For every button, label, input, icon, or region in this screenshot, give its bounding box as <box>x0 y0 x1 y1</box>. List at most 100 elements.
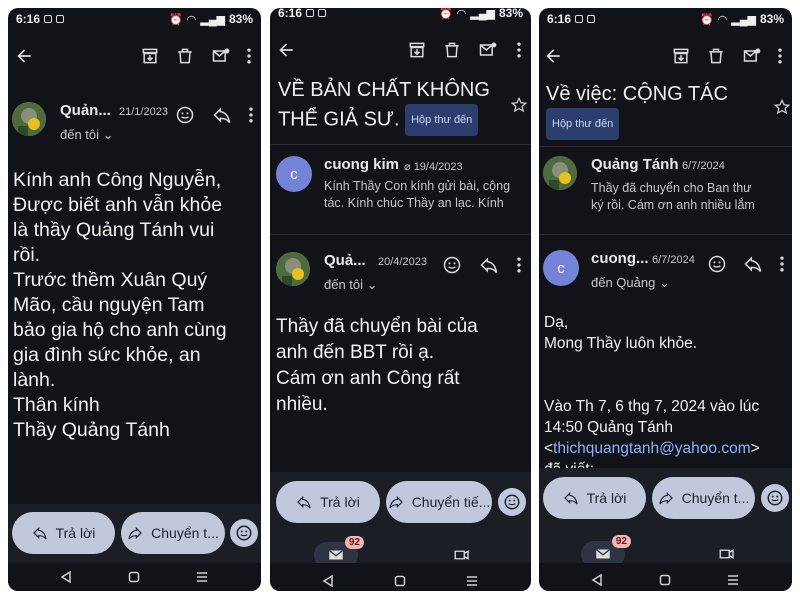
message-header[interactable]: c cuong... 6/7/2024 đến Quảng ⌄ <box>539 248 792 302</box>
more-vert-icon[interactable] <box>775 46 785 66</box>
back-arrow-icon[interactable] <box>543 46 563 66</box>
subject-line: THỂ GIẢ SƯ. <box>278 108 400 131</box>
unread-count-badge: 92 <box>611 535 631 548</box>
sender-avatar[interactable]: c <box>276 156 312 192</box>
reply-label: Trả lời <box>55 525 96 541</box>
message-date-text: 19/4/2023 <box>413 161 463 173</box>
more-vert-icon[interactable] <box>244 46 254 66</box>
nav-home-icon[interactable] <box>128 570 140 583</box>
reply-icon[interactable] <box>479 255 499 275</box>
body-line: Được biết anh vẫn khỏe <box>13 194 223 216</box>
sender-avatar[interactable]: c <box>543 250 579 286</box>
emoji-reaction-icon[interactable] <box>442 255 462 275</box>
recipient-toggle[interactable]: đến tôi ⌄ <box>60 127 114 143</box>
message-header[interactable]: Quản... 21/1/2023 đến tôi ⌄ <box>8 98 261 152</box>
collapsed-message[interactable]: Quảng Tánh 6/7/2024 Thầy đã chuyển cho B… <box>539 154 792 234</box>
emoji-reaction-icon[interactable] <box>175 105 195 125</box>
more-vert-icon[interactable] <box>514 40 524 60</box>
forward-button[interactable]: Chuyển t... <box>121 512 225 554</box>
nav-recents-icon[interactable] <box>196 570 208 582</box>
body-line: gia đình sức khỏe, an <box>13 344 201 366</box>
recipient-label: đến Quảng <box>591 275 656 290</box>
video-camera-icon <box>454 550 469 560</box>
nav-back-icon[interactable] <box>60 570 72 584</box>
recipient-label: đến tôi <box>60 127 100 142</box>
reply-button[interactable]: Trả lời <box>276 481 380 523</box>
archive-icon[interactable] <box>140 46 160 66</box>
toolbar <box>539 32 792 82</box>
body-line: lành. <box>13 369 56 391</box>
sender-name: Quả... <box>324 252 366 269</box>
body-line: Trước thềm Xuân Quý <box>13 269 208 291</box>
notification-icon <box>587 15 596 23</box>
reply-icon[interactable] <box>743 254 763 274</box>
forward-button[interactable]: Chuyển tiế... <box>386 481 492 523</box>
nav-back-icon[interactable] <box>322 574 334 588</box>
quoted-email-link[interactable]: thichquangtanh@yahoo.com <box>553 440 751 457</box>
body-line: Mão, cầu nguyện Tam <box>13 294 205 316</box>
more-vert-icon[interactable] <box>514 255 524 275</box>
nav-recents-icon[interactable] <box>727 573 739 585</box>
forward-label: Chuyển t... <box>681 490 750 506</box>
back-arrow-icon[interactable] <box>276 40 296 60</box>
star-icon[interactable] <box>773 98 791 116</box>
body-line: nhiều. <box>276 394 328 415</box>
alarm-icon: ⏰ <box>699 13 714 26</box>
sender-avatar[interactable] <box>12 102 46 136</box>
mail-icon <box>328 549 344 560</box>
message-header[interactable]: Quả... 20/4/2023 đến tôi ⌄ <box>270 248 531 302</box>
recipient-toggle[interactable]: đến Quảng ⌄ <box>591 275 670 291</box>
notification-icon <box>44 15 53 23</box>
reply-button[interactable]: Trả lời <box>12 512 115 554</box>
quoted-header-line: Vào Th 7, 6 thg 7, 2024 vào lúc <box>544 398 760 415</box>
mark-unread-icon[interactable] <box>211 46 231 66</box>
collapsed-message[interactable]: c cuong kim ⌀ 19/4/2023 Kính Thầy Con kí… <box>270 150 531 234</box>
inbox-label-badge[interactable]: Hộp thư đến <box>405 104 479 136</box>
reply-button[interactable]: Trả lời <box>543 477 646 519</box>
nav-home-icon[interactable] <box>659 573 671 586</box>
delete-icon[interactable] <box>175 46 195 66</box>
body-line: là thầy Quảng Tánh vui <box>13 219 215 241</box>
message-snippet: Thầy đã chuyển cho Ban thư ký rồi. Cám ơ… <box>591 180 755 214</box>
emoji-reaction-button[interactable] <box>230 519 258 547</box>
mark-unread-icon[interactable] <box>742 46 762 66</box>
wifi-icon: ◠ <box>456 8 467 20</box>
forward-icon <box>128 526 142 540</box>
email-subject: Về việc: CỘNG TÁC Hộp thư đến <box>546 80 766 140</box>
phone-screen-2: 6:16 ⏰ ◠ ▂▄▆ 83% VỀ BẢN CHẤT KHÔNG THỂ G… <box>270 8 531 591</box>
archive-icon[interactable] <box>671 46 691 66</box>
snippet-line: ký rồi. Cám ơn anh nhiều lắm <box>591 198 755 212</box>
sender-name: Quảng Tánh <box>591 156 679 173</box>
sender-name: cuong kim <box>324 156 400 173</box>
mark-unread-icon[interactable] <box>478 40 498 60</box>
forward-icon <box>659 491 673 505</box>
delete-icon[interactable] <box>706 46 726 66</box>
emoji-reaction-button[interactable] <box>761 484 789 512</box>
reply-icon[interactable] <box>212 105 232 125</box>
back-arrow-icon[interactable] <box>14 46 34 66</box>
star-icon[interactable] <box>510 96 528 114</box>
emoji-reaction-icon[interactable] <box>707 254 727 274</box>
chevron-down-icon: ⌄ <box>658 275 670 290</box>
notification-icon <box>56 15 65 23</box>
nav-back-icon[interactable] <box>591 573 603 587</box>
recipient-toggle[interactable]: đến tôi ⌄ <box>324 277 378 293</box>
reply-icon <box>297 495 311 509</box>
message-body: Dạ, Mong Thầy luôn khỏe. Vào Th 7, 6 thg… <box>544 312 789 468</box>
archive-icon[interactable] <box>407 40 427 60</box>
snippet-line: Kính Thầy Con kính gửi bài, cộng <box>324 179 511 193</box>
body-line: Cám ơn anh Công rất <box>276 368 460 389</box>
alarm-icon: ⏰ <box>168 13 183 26</box>
delete-icon[interactable] <box>442 40 462 60</box>
more-vert-icon[interactable] <box>246 105 256 125</box>
forward-button[interactable]: Chuyển t... <box>652 477 755 519</box>
status-bar: 6:16 ⏰ ◠ ▂▄▆ 83% <box>270 8 531 24</box>
emoji-reaction-button[interactable] <box>498 488 526 516</box>
battery-level: 83% <box>498 8 523 20</box>
sender-avatar[interactable] <box>543 156 577 190</box>
more-vert-icon[interactable] <box>777 254 787 274</box>
nav-home-icon[interactable] <box>394 574 406 587</box>
inbox-label-badge[interactable]: Hộp thư đến <box>546 108 620 140</box>
nav-recents-icon[interactable] <box>466 574 478 586</box>
sender-avatar[interactable] <box>276 252 310 286</box>
